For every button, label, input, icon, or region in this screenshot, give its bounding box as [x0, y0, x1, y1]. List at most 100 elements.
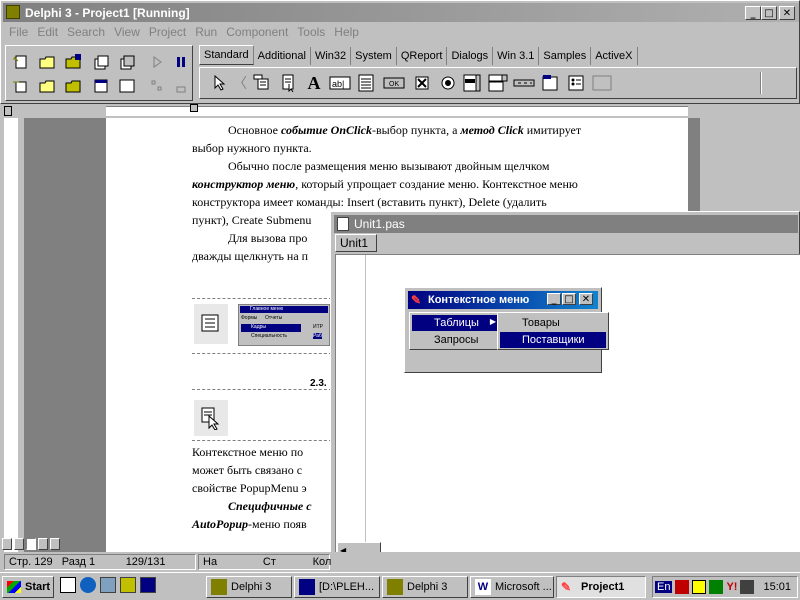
ctx-minimize-button[interactable]: _: [547, 293, 561, 305]
tab-unit1[interactable]: Unit1: [335, 234, 377, 252]
thumb-item-2: Специальность: [251, 333, 287, 339]
scrollbar-icon[interactable]: [512, 71, 536, 95]
quicklaunch-outlook-icon[interactable]: [100, 577, 116, 593]
start-button[interactable]: Start: [2, 576, 54, 598]
radiobutton-icon[interactable]: [436, 71, 460, 95]
editor-gutter: [336, 255, 366, 555]
tab-standard[interactable]: Standard: [199, 45, 254, 65]
run-icon[interactable]: [146, 52, 168, 72]
thumb-item-1: Кадры: [241, 324, 301, 332]
status-page-info: Стр. 129 Разд 1 129/131: [4, 554, 196, 570]
submenu-item-goods[interactable]: Товары: [500, 315, 606, 331]
doc-line-4: конструктор меню, который упрощает созда…: [192, 177, 578, 191]
tab-qreport[interactable]: QReport: [397, 47, 448, 65]
task-delphi-2[interactable]: Delphi 3: [382, 576, 468, 598]
popupmenu-icon[interactable]: [276, 71, 300, 95]
component-palette: 〈 A ab| OK: [199, 67, 797, 99]
edit-icon[interactable]: ab|: [328, 71, 352, 95]
page-layout-icon[interactable]: [26, 538, 36, 550]
ctx-maximize-button[interactable]: □: [562, 293, 576, 305]
menu-edit[interactable]: Edit: [37, 25, 58, 39]
save-all-icon[interactable]: [62, 52, 84, 72]
task-project1[interactable]: ✎ Project1: [556, 576, 646, 598]
clock[interactable]: 15:01: [763, 581, 791, 593]
submenu-item-suppliers[interactable]: Поставщики: [500, 332, 606, 348]
tab-activex[interactable]: ActiveX: [591, 47, 638, 65]
radiogroup-icon[interactable]: [564, 71, 588, 95]
tray-yahoo-icon[interactable]: Y!: [726, 581, 737, 593]
tray-monitor-icon[interactable]: [740, 580, 755, 594]
view-unit-icon[interactable]: [62, 76, 84, 96]
tab-win31[interactable]: Win 3.1: [493, 47, 540, 65]
menu-item-queries[interactable]: Запросы: [412, 332, 500, 348]
tab-dialogs[interactable]: Dialogs: [447, 47, 494, 65]
menu-search[interactable]: Search: [67, 25, 105, 39]
menu-item-tables-label: Таблицы: [434, 317, 479, 329]
scroll-left-icon[interactable]: 〈: [228, 71, 252, 95]
menu-item-tables[interactable]: Таблицы ▶: [412, 315, 500, 331]
button-icon[interactable]: OK: [382, 71, 406, 95]
maximize-button[interactable]: □: [761, 6, 777, 20]
menu-run[interactable]: Run: [195, 25, 217, 39]
close-button[interactable]: ✕: [779, 6, 795, 20]
ctx-close-button[interactable]: ✕: [579, 293, 593, 305]
tray-app-icon[interactable]: [675, 580, 690, 594]
menu-file[interactable]: File: [9, 25, 28, 39]
palette-scroll[interactable]: [760, 72, 762, 94]
tab-samples[interactable]: Samples: [539, 47, 592, 65]
quicklaunch-desktop-icon[interactable]: [60, 577, 76, 593]
language-indicator[interactable]: En: [655, 581, 673, 593]
mainmenu-icon[interactable]: [250, 71, 274, 95]
open-project-icon[interactable]: [90, 52, 112, 72]
trace-into-icon[interactable]: [146, 76, 168, 96]
task-delphi-1[interactable]: Delphi 3: [206, 576, 292, 598]
menu-help[interactable]: Help: [334, 25, 359, 39]
thumb-side-2: Раб: [313, 333, 322, 339]
menu-tools[interactable]: Tools: [297, 25, 325, 39]
online-view-icon[interactable]: [14, 538, 24, 550]
tray-network-icon[interactable]: [709, 580, 724, 594]
tab-system[interactable]: System: [351, 47, 397, 65]
figure-divider: [192, 440, 332, 441]
folder-task-icon: [299, 579, 315, 595]
listbox-icon[interactable]: [460, 71, 484, 95]
volume-icon[interactable]: [692, 580, 707, 594]
add-file-icon[interactable]: [10, 76, 32, 96]
groupbox-icon[interactable]: [538, 71, 562, 95]
menu-view[interactable]: View: [114, 25, 140, 39]
panel-icon[interactable]: [590, 71, 614, 95]
tab-selector[interactable]: [4, 106, 12, 116]
save-project-icon[interactable]: [116, 52, 138, 72]
doc-line-5: конструктора имеет команды: Insert (вста…: [192, 195, 547, 209]
doc-scrollbar[interactable]: [700, 118, 730, 214]
menu-project[interactable]: Project: [149, 25, 186, 39]
new-icon[interactable]: [10, 52, 32, 72]
quicklaunch-doc-icon[interactable]: [140, 577, 156, 593]
outline-view-icon[interactable]: [38, 538, 48, 550]
status-page-number: 129: [34, 556, 53, 568]
unit-file-icon: [337, 217, 349, 231]
memo-icon[interactable]: [354, 71, 378, 95]
new-form-icon[interactable]: [116, 76, 138, 96]
hscroll-left-icon[interactable]: [50, 538, 60, 550]
tab-win32[interactable]: Win32: [311, 47, 352, 65]
label-icon[interactable]: A: [302, 71, 326, 95]
minimize-button[interactable]: _: [745, 6, 761, 20]
indent-marker[interactable]: [190, 104, 198, 112]
tab-additional[interactable]: Additional: [254, 47, 311, 65]
pause-icon[interactable]: [170, 52, 192, 72]
status-line-label: Ст: [262, 556, 276, 568]
checkbox-icon[interactable]: [410, 71, 434, 95]
component-tabs: Standard Additional Win32 System QReport…: [199, 45, 638, 65]
task-word[interactable]: W Microsoft ...: [470, 576, 554, 598]
task-folder[interactable]: [D:\PLEH...: [294, 576, 380, 598]
step-over-icon[interactable]: [170, 76, 192, 96]
menu-component[interactable]: Component: [226, 25, 288, 39]
quicklaunch-ie-icon[interactable]: [80, 577, 96, 593]
quicklaunch-app-icon[interactable]: [120, 577, 136, 593]
remove-file-icon[interactable]: [36, 76, 58, 96]
normal-view-icon[interactable]: [2, 538, 12, 550]
open-icon[interactable]: [36, 52, 58, 72]
toggle-form-icon[interactable]: [90, 76, 112, 96]
combobox-icon[interactable]: [486, 71, 510, 95]
